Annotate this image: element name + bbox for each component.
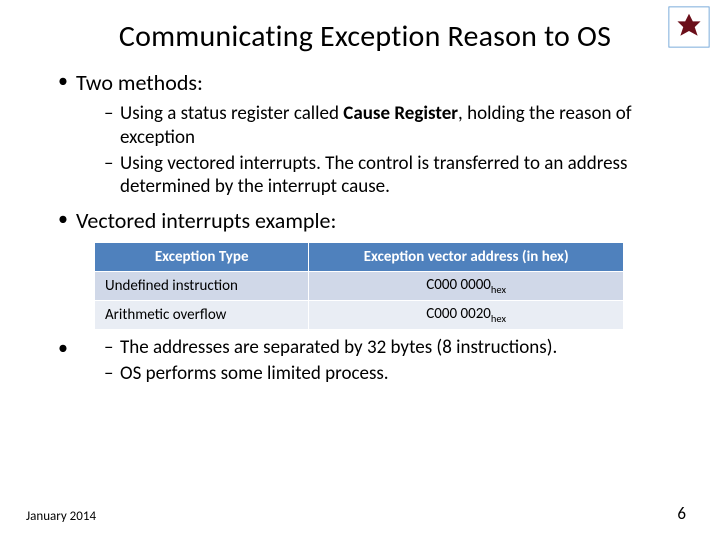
bullet-vectored-example: Vectored interrupts example:	[58, 207, 688, 234]
footer-date: January 2014	[26, 509, 96, 524]
page-number: 6	[677, 503, 686, 524]
sub-bullet-vectored-interrupts: Using vectored interrupts. The control i…	[104, 152, 688, 200]
bullet-two-methods: Two methods: Using a status register cal…	[58, 69, 688, 199]
table-cell: C000 0000hex	[309, 272, 624, 301]
bullet-text: Vectored interrupts example:	[76, 207, 336, 234]
bullet-container: The addresses are separated by 32 bytes …	[58, 336, 688, 386]
sub-bullet-cause-register: Using a status register called Cause Reg…	[104, 102, 688, 150]
slide-content: Two methods: Using a status register cal…	[32, 69, 688, 386]
text-pre: Using a status register called	[120, 102, 343, 125]
table-row: Undefined instruction C000 0000hex	[95, 272, 624, 301]
slide-title: Communicating Exception Reason to OS	[42, 18, 688, 55]
addr-sub: hex	[491, 283, 506, 296]
table-cell: Undefined instruction	[95, 272, 309, 301]
sub-bullet-separated: The addresses are separated by 32 bytes …	[104, 336, 688, 360]
addr-value: C000 0000	[426, 276, 491, 294]
table-cell: C000 0020hex	[309, 301, 624, 330]
technion-logo-icon	[668, 6, 710, 48]
table-header: Exception Type	[95, 243, 309, 272]
addr-sub: hex	[491, 312, 506, 325]
addr-value: C000 0020	[426, 305, 491, 323]
text-bold: Cause Register	[343, 102, 458, 125]
slide: Communicating Exception Reason to OS Two…	[0, 0, 720, 540]
exception-table: Exception Type Exception vector address …	[94, 242, 624, 330]
table-header: Exception vector address (in hex)	[309, 243, 624, 272]
table-row: Arithmetic overflow C000 0020hex	[95, 301, 624, 330]
table-cell: Arithmetic overflow	[95, 301, 309, 330]
table-header-row: Exception Type Exception vector address …	[95, 243, 624, 272]
sub-bullet-os-process: OS performs some limited process.	[104, 362, 688, 386]
bullet-text: Two methods:	[76, 69, 203, 96]
